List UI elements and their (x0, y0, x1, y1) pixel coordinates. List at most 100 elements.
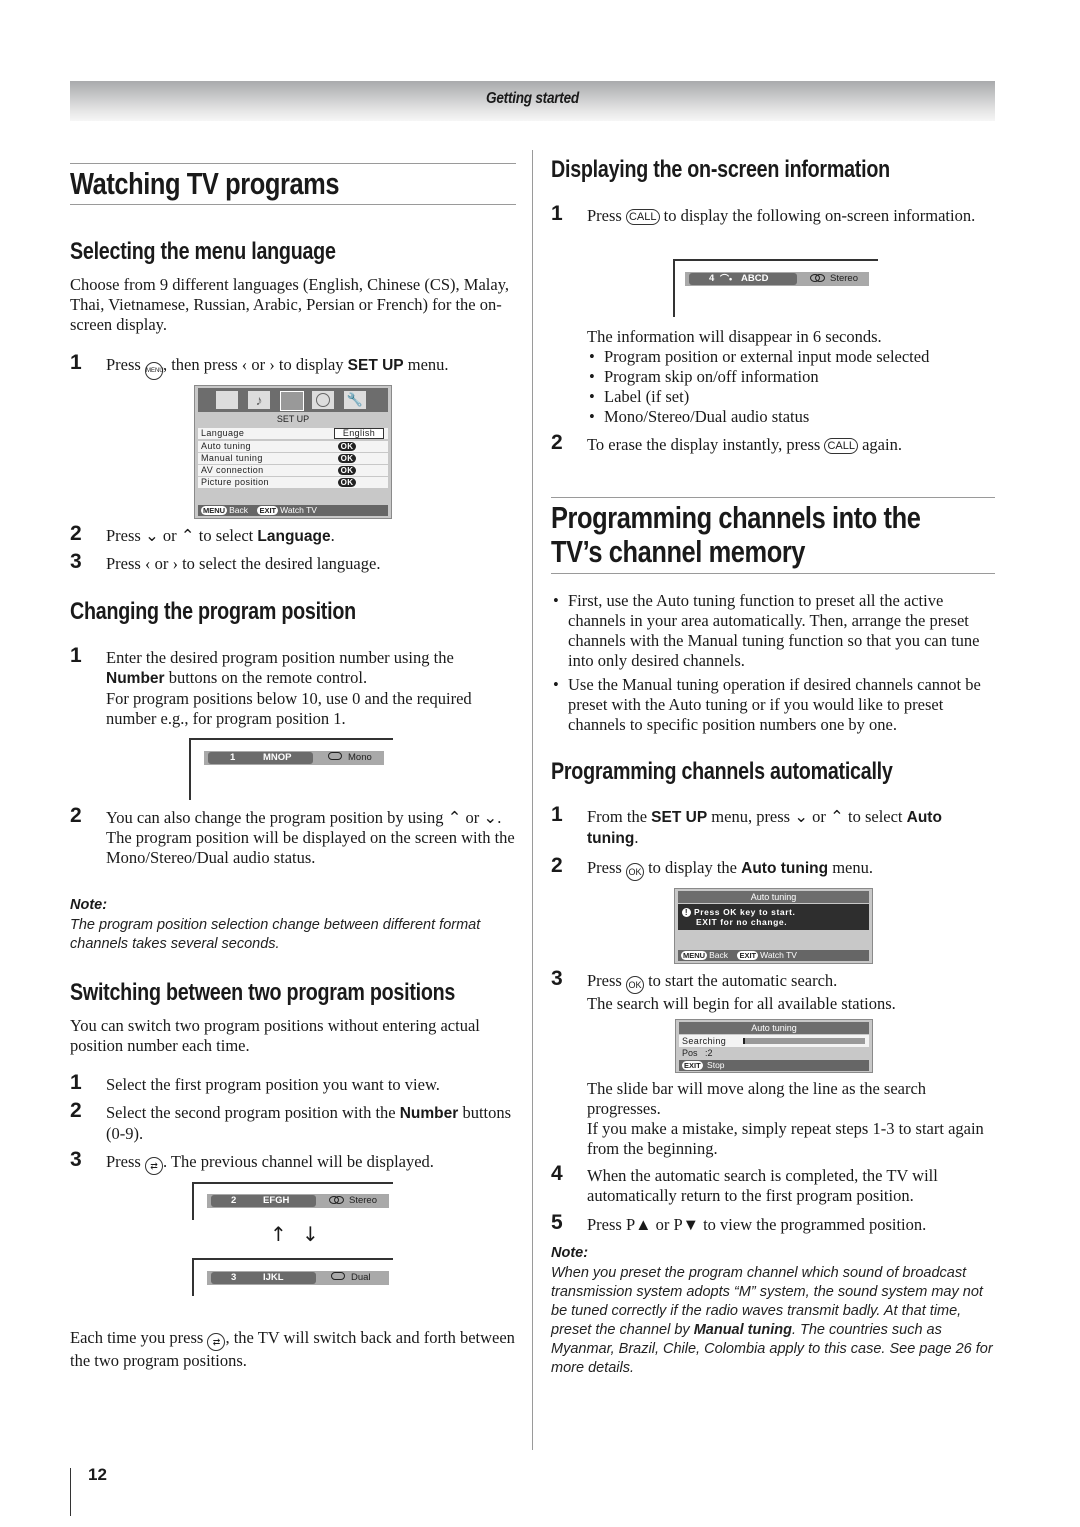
back-label: Back (709, 950, 728, 960)
note-body: When you preset the program channel whic… (551, 1264, 995, 1378)
watch-tv-label: Watch TV (760, 950, 797, 960)
osd-label: IJKL (263, 1272, 284, 1283)
step-bold: Number (399, 1105, 459, 1122)
section-header-band: Getting started (70, 81, 995, 121)
step-number: 1 (70, 644, 82, 667)
step-bold: Number (106, 670, 165, 687)
osd-audio: Dual (351, 1272, 371, 1283)
note-bold: Manual tuning (693, 1322, 792, 1338)
page-title-rule: Watching TV programs (70, 163, 516, 205)
step-bold: SET UP (347, 357, 404, 374)
onscreen-info-list: Program position or external input mode … (587, 347, 995, 427)
step-bold: Language (257, 528, 331, 545)
step-text: menu. (403, 355, 449, 374)
switching-outro: Each time you press ⇄, the TV will switc… (70, 1328, 516, 1371)
step-text: Press P▲ or P▼ to view the programmed po… (587, 1215, 927, 1234)
list-item: Label (if set) (587, 387, 995, 407)
step-text: You can also change the program position… (106, 808, 502, 827)
step-text: , then press ‹ or › to display (162, 355, 348, 374)
ok-badge: OK (338, 454, 356, 463)
menu-language-intro: Choose from 9 different languages (Engli… (70, 275, 509, 334)
section-title: Getting started (486, 90, 579, 107)
step-text: Press ⌄ or ⌃ to select (106, 526, 258, 545)
message-line-1: Press OK key to start. (693, 907, 796, 917)
step-text: From the (587, 807, 652, 826)
auto-tuning-message: ! Press OK key to start. EXIT for no cha… (678, 904, 869, 930)
step-text: . (634, 828, 639, 847)
slide-bar-text: The slide bar will move along the line a… (587, 1079, 995, 1159)
step-text: buttons on the remote control. (164, 668, 368, 687)
step-number: 1 (70, 1071, 82, 1094)
stereo-icon (810, 274, 825, 282)
exit-key-icon: EXIT (682, 1061, 703, 1070)
osd-program-bar: 4 ⌒• ABCD Stereo (685, 272, 869, 286)
menu-icon-strip: ♪ 🔧 (198, 388, 388, 412)
language-value[interactable]: English (334, 428, 384, 439)
osd-audio: Mono (348, 752, 372, 763)
note-body: The program position selection change be… (70, 917, 481, 952)
step-text: Press (106, 1152, 145, 1171)
stereo-icon (329, 1196, 344, 1204)
step-number: 3 (551, 967, 563, 990)
step-number: 3 (70, 1148, 82, 1171)
menu-row-manual-tuning[interactable]: Manual tuning OK (198, 453, 388, 464)
info-icon: ! (682, 908, 691, 917)
programming-title-line-1: Programming channels into the (551, 500, 921, 535)
sound-icon: ♪ (248, 391, 270, 409)
step-text: The search will begin for all available … (587, 994, 896, 1013)
search-progress-fill (743, 1038, 746, 1044)
slide-text: If you make a mistake, simply repeat ste… (587, 1119, 984, 1158)
step-text: Select the second program position with … (106, 1103, 400, 1122)
arrow-up-icon: ↑ (270, 1222, 287, 1246)
menu-footer: EXIT Stop (679, 1060, 869, 1071)
search-progress-track (743, 1038, 865, 1044)
menu-row-language[interactable]: Language English (198, 428, 388, 439)
timer-icon (312, 391, 334, 409)
step-number: 2 (551, 431, 563, 454)
menu-title: Auto tuning (679, 1022, 869, 1034)
step-number: 2 (70, 522, 82, 545)
recall-button-icon: ⇄ (144, 1157, 163, 1175)
menu-row-label: Manual tuning (201, 453, 263, 463)
setup-icon (280, 391, 304, 411)
menu-row-auto-tuning[interactable]: Auto tuning OK (198, 441, 388, 452)
step-text: Press (106, 355, 145, 374)
setup-menu-screenshot: ♪ 🔧 SET UP Language English Auto tuning … (194, 385, 392, 519)
heading-switching: Switching between two program positions (70, 979, 456, 1006)
menu-row-label: Picture position (201, 477, 269, 487)
heading-program-position: Changing the program position (70, 598, 356, 625)
step-text: The program position will be displayed o… (106, 828, 515, 867)
step-text: to start the automatic search. (643, 971, 838, 990)
osd-program-bar: 2 EFGH Stereo (207, 1194, 389, 1208)
step-text: . (330, 526, 335, 545)
exit-key-icon: EXIT (737, 951, 759, 960)
watch-tv-label: Watch TV (280, 505, 317, 515)
step-number: 3 (70, 550, 82, 573)
step-number: 2 (70, 1099, 82, 1122)
note-title: Note: (70, 897, 108, 913)
step-text: . The previous channel will be displayed… (162, 1152, 434, 1171)
ok-badge: OK (338, 478, 356, 487)
auto-tuning-search-screenshot: Auto tuning Searching Pos :2 EXIT Stop (675, 1019, 873, 1073)
message-line-2: EXIT for no change. (696, 917, 788, 927)
osd-position: 3 (231, 1272, 237, 1283)
mono-icon (328, 752, 342, 760)
step-text: menu. (828, 858, 873, 877)
pos-value: :2 (705, 1048, 713, 1058)
auto-tuning-menu-screenshot: Auto tuning ! Press OK key to start. EXI… (674, 888, 873, 964)
osd-label: ABCD (741, 273, 769, 284)
ok-button-icon: OK (625, 976, 644, 994)
osd-position: 4 (709, 273, 715, 284)
programming-bullets: First, use the Auto tuning function to p… (551, 591, 995, 735)
pos-row: Pos :2 (682, 1048, 713, 1059)
osd-audio: Stereo (830, 273, 858, 284)
menu-key-icon: MENU (681, 951, 708, 960)
menu-row-label: Language (201, 428, 245, 438)
ok-button-icon: OK (625, 863, 644, 881)
menu-row-picture-position[interactable]: Picture position OK (198, 477, 388, 488)
heading-onscreen-info: Displaying the on-screen information (551, 156, 890, 183)
ok-badge: OK (338, 466, 356, 475)
menu-footer: MENU Back EXIT Watch TV (198, 505, 388, 516)
step-text: When the automatic search is completed, … (587, 1166, 938, 1205)
menu-row-av-connection[interactable]: AV connection OK (198, 465, 388, 476)
